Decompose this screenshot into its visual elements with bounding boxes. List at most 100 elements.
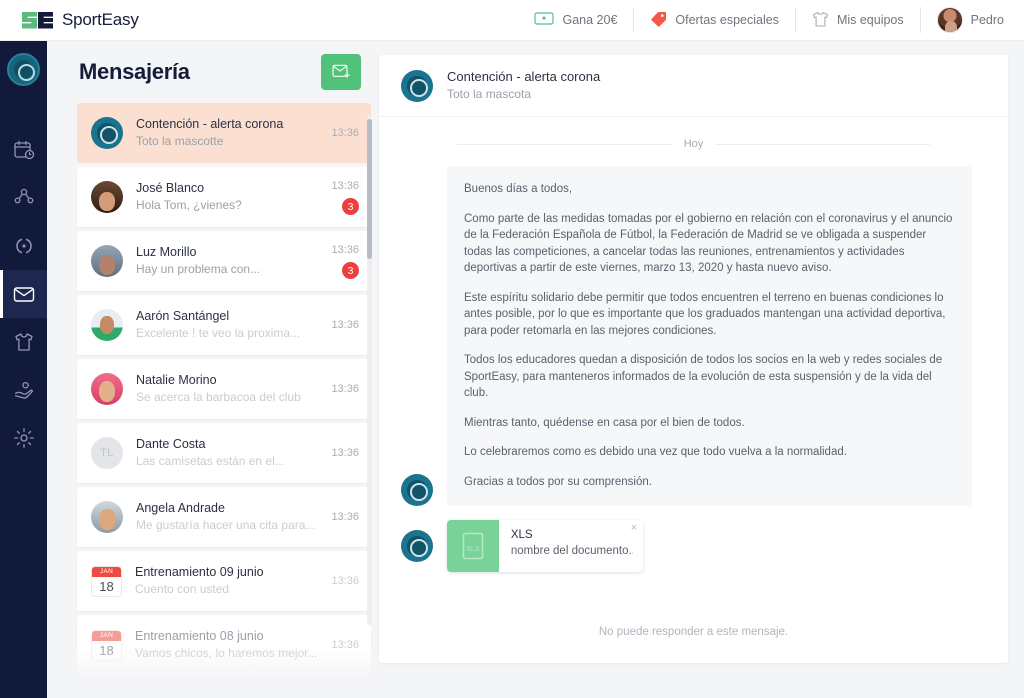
attachment-filename: nombre del documento... (511, 543, 633, 559)
messaging-header: Mensajería (63, 41, 375, 103)
divider-line (457, 144, 672, 145)
top-header-bar: SportEasy Gana 20€ Ofertas especiales Mi… (0, 0, 1024, 41)
messaging-envelope-icon (12, 283, 36, 305)
conversation-preview: Las camisetas están en el... (136, 453, 323, 470)
message-paragraph: Todos los educadores quedan a disposició… (464, 352, 955, 402)
list-item[interactable]: JAN 18 Entrenamiento 08 junio Vamos chic… (77, 615, 371, 675)
top-action-label: Mis equipos (837, 13, 904, 27)
message-row: Buenos días a todos, Como parte de las m… (379, 166, 1008, 506)
attachment-type: XLS (511, 528, 633, 543)
conversation-preview: Hay un problema con... (136, 261, 323, 278)
avatar (401, 530, 433, 562)
conversation-time: 13:36 (331, 574, 359, 589)
conversation-name: José Blanco (136, 180, 323, 197)
top-action-gana[interactable]: Gana 20€ (518, 7, 634, 33)
calendar-day: 18 (99, 641, 113, 660)
brand-name: SportEasy (62, 10, 139, 30)
conversation-pane: Contención - alerta corona Toto la masco… (379, 55, 1008, 663)
conversation-name: Entrenamiento 08 junio (135, 628, 323, 645)
compose-mail-icon (332, 63, 351, 82)
unread-badge: 3 (342, 262, 359, 279)
attachment-card[interactable]: XLS XLS nombre del documento... × (447, 520, 643, 572)
footer-note: No puede responder a este mensaje. (599, 626, 788, 638)
user-name: Pedro (971, 13, 1004, 27)
sidebar-item-messaging[interactable] (0, 270, 47, 318)
conversation-list[interactable]: Contención - alerta corona Toto la masco… (63, 103, 375, 693)
conversation-time: 13:36 (331, 446, 359, 461)
conversation-name: Natalie Morino (136, 372, 323, 389)
list-item[interactable]: José Blanco Hola Tom, ¿vienes? 13:36 3 (77, 167, 371, 227)
conversation-title: Contención - alerta corona (447, 68, 600, 86)
avatar (91, 373, 123, 405)
close-icon[interactable]: × (631, 523, 637, 534)
avatar (91, 181, 123, 213)
conversation-header: Contención - alerta corona Toto la masco… (379, 55, 1008, 117)
conversation-preview: Cuento con usted (135, 581, 323, 598)
ticket-star-icon (534, 12, 554, 28)
sidebar-item-members[interactable] (0, 174, 47, 222)
top-actions: Gana 20€ Ofertas especiales Mis equipos … (518, 7, 1004, 33)
message-paragraph: Gracias a todos por su comprensión. (464, 474, 955, 491)
conversation-preview: Excelente ! te veo la proxima... (136, 325, 323, 342)
conversation-preview: Vamos chicos, lo haremos mejor... (135, 645, 323, 662)
top-action-ofertas[interactable]: Ofertas especiales (634, 7, 796, 33)
list-item[interactable]: TL Dante Costa Las camisetas están en el… (77, 423, 371, 483)
conversation-name: Dante Costa (136, 436, 323, 453)
top-action-user[interactable]: Pedro (921, 7, 1004, 33)
conversation-time: 13:36 (331, 243, 359, 258)
avatar (937, 7, 963, 33)
message-paragraph: Este espíritu solidario debe permitir qu… (464, 290, 955, 340)
conversation-name: Aarón Santángel (136, 308, 323, 325)
day-separator-label: Hoy (684, 138, 704, 150)
sidebar-item-settings[interactable] (0, 414, 47, 462)
day-separator: Hoy (457, 138, 930, 150)
scrollbar-thumb[interactable] (367, 119, 372, 259)
svg-text:XLS: XLS (466, 546, 480, 553)
unread-badge: 3 (342, 198, 359, 215)
conversation-time: 13:36 (331, 382, 359, 397)
price-tag-icon (650, 11, 667, 30)
sidebar-item-stats[interactable] (0, 222, 47, 270)
avatar (91, 245, 123, 277)
sidebar-item-sponsors[interactable] (0, 366, 47, 414)
xls-file-icon: XLS (447, 520, 499, 572)
conversation-time: 13:36 (331, 179, 359, 194)
tshirt-icon (13, 331, 35, 353)
compose-message-button[interactable] (321, 54, 361, 90)
message-paragraph: Lo celebraremos como es debido una vez q… (464, 444, 955, 461)
brand-logo[interactable]: SportEasy (22, 10, 139, 30)
list-item[interactable]: Luz Morillo Hay un problema con... 13:36… (77, 231, 371, 291)
message-bubble: Buenos días a todos, Como parte de las m… (447, 166, 972, 506)
message-paragraph: Mientras tanto, quédense en casa por el … (464, 415, 955, 432)
tshirt-icon (812, 11, 829, 30)
avatar (401, 70, 433, 102)
list-item[interactable]: Aarón Santángel Excelente ! te veo la pr… (77, 295, 371, 355)
calendar-clock-icon (13, 139, 35, 161)
calendar-date-icon: JAN 18 (91, 630, 122, 661)
top-action-mis-equipos[interactable]: Mis equipos (796, 7, 921, 33)
top-action-label: Gana 20€ (562, 13, 617, 27)
conversation-preview: Se acerca la barbacoa del club (136, 389, 323, 406)
calendar-date-icon: JAN 18 (91, 566, 122, 597)
top-action-label: Ofertas especiales (675, 13, 779, 27)
members-icon (13, 187, 35, 209)
conversation-preview: Hola Tom, ¿vienes? (136, 197, 323, 214)
calendar-month: JAN (92, 631, 121, 641)
club-crest-logo[interactable] (7, 53, 40, 86)
sporteasy-logo-icon (22, 12, 53, 29)
conversation-name: Angela Andrade (136, 500, 323, 517)
list-item[interactable]: Contención - alerta corona Toto la masco… (77, 103, 371, 163)
list-item[interactable]: JAN 18 Entrenamiento 09 junio Cuento con… (77, 551, 371, 611)
list-item[interactable]: Natalie Morino Se acerca la barbacoa del… (77, 359, 371, 419)
sidebar-item-calendar[interactable] (0, 126, 47, 174)
list-item[interactable]: Angela Andrade Me gustaría hacer una cit… (77, 487, 371, 547)
avatar-initials: TL (91, 437, 123, 469)
conversation-time: 13:36 (331, 510, 359, 525)
attachment-row: XLS XLS nombre del documento... × (379, 520, 1008, 572)
conversation-preview: Me gustaría hacer una cita para... (136, 517, 323, 534)
sidebar-item-equipment[interactable] (0, 318, 47, 366)
stats-icon (13, 235, 35, 257)
page-title: Mensajería (79, 59, 190, 85)
conversation-time: 13:36 (331, 126, 359, 141)
conversation-footer: No puede responder a este mensaje. (379, 601, 1008, 663)
